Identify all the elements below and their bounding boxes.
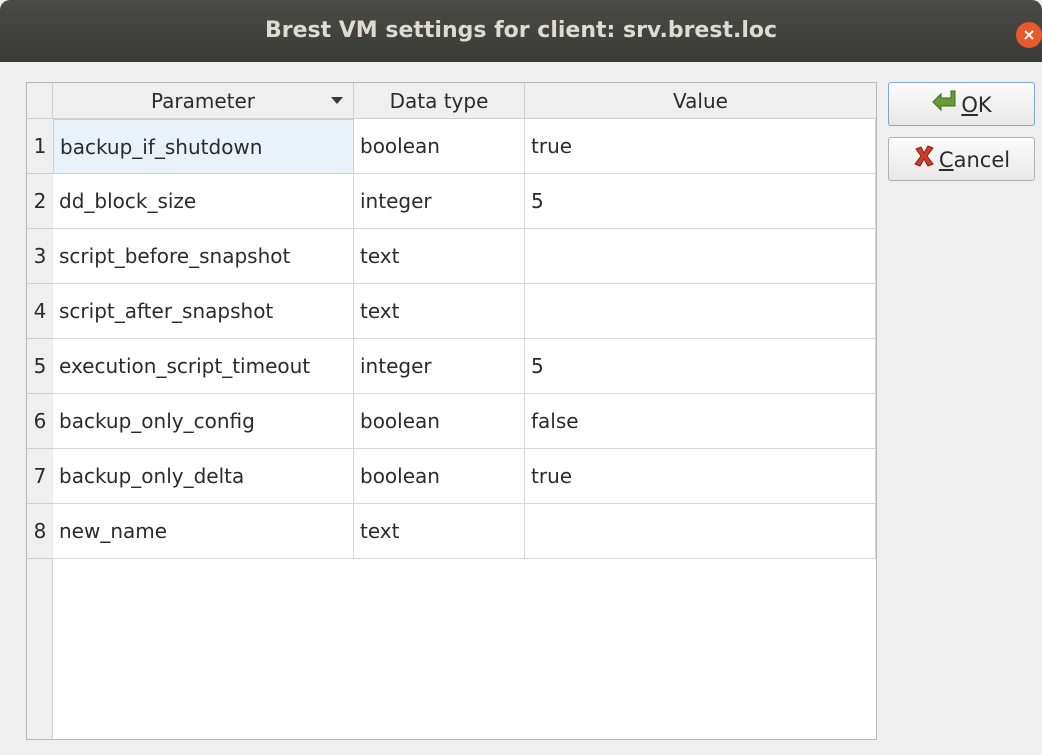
ok-label: K xyxy=(977,93,992,117)
row-number[interactable]: 6 xyxy=(27,394,53,449)
row-number[interactable]: 2 xyxy=(27,174,53,229)
cell-value[interactable] xyxy=(525,504,876,559)
row-number[interactable]: 3 xyxy=(27,229,53,284)
cell-data-type[interactable]: text xyxy=(354,229,525,284)
cell-value[interactable] xyxy=(525,229,876,284)
cell-value[interactable]: true xyxy=(525,449,876,504)
settings-table: Parameter Data type Value 1 backup_if_shu… xyxy=(26,82,877,740)
cancel-label: ancel xyxy=(953,148,1011,172)
cancel-button[interactable]: Cancel xyxy=(888,137,1035,181)
cell-parameter[interactable]: script_after_snapshot xyxy=(53,284,354,339)
close-icon[interactable]: × xyxy=(1016,22,1042,48)
cell-parameter[interactable]: execution_script_timeout xyxy=(53,339,354,394)
cell-parameter[interactable]: backup_only_config xyxy=(53,394,354,449)
cell-value[interactable] xyxy=(525,284,876,339)
window-title: Brest VM settings for client: srv.brest.… xyxy=(264,18,778,43)
cell-parameter[interactable]: backup_only_delta xyxy=(53,449,354,504)
row-number[interactable]: 1 xyxy=(27,119,53,174)
ok-button[interactable]: OK xyxy=(888,82,1035,126)
cell-parameter[interactable]: backup_if_shutdown xyxy=(53,119,354,174)
cell-value[interactable]: 5 xyxy=(525,339,876,394)
row-number[interactable]: 8 xyxy=(27,504,53,559)
cancel-x-icon xyxy=(913,139,935,181)
ok-arrow-icon xyxy=(931,84,957,126)
cell-data-type[interactable]: boolean xyxy=(354,449,525,504)
cell-value[interactable]: false xyxy=(525,394,876,449)
row-number[interactable]: 5 xyxy=(27,339,53,394)
column-header-data-type[interactable]: Data type xyxy=(354,83,525,119)
row-number[interactable]: 7 xyxy=(27,449,53,504)
cancel-mnemonic: C xyxy=(938,148,954,172)
cell-parameter[interactable]: new_name xyxy=(53,504,354,559)
cell-data-type[interactable]: integer xyxy=(354,339,525,394)
column-header-label: Parameter xyxy=(150,89,256,113)
cell-data-type[interactable]: text xyxy=(354,504,525,559)
row-number[interactable]: 4 xyxy=(27,284,53,339)
column-header-parameter[interactable]: Parameter xyxy=(53,83,354,119)
cell-value[interactable]: true xyxy=(525,119,876,174)
cell-data-type[interactable]: boolean xyxy=(354,119,525,174)
column-header-value[interactable]: Value xyxy=(525,83,876,119)
cell-value[interactable]: 5 xyxy=(525,174,876,229)
ok-mnemonic: O xyxy=(961,93,978,117)
cell-data-type[interactable]: integer xyxy=(354,174,525,229)
cell-parameter[interactable]: script_before_snapshot xyxy=(53,229,354,284)
table-corner xyxy=(27,83,53,119)
cell-parameter[interactable]: dd_block_size xyxy=(53,174,354,229)
cell-data-type[interactable]: text xyxy=(354,284,525,339)
sort-down-icon xyxy=(331,97,343,104)
cell-data-type[interactable]: boolean xyxy=(354,394,525,449)
